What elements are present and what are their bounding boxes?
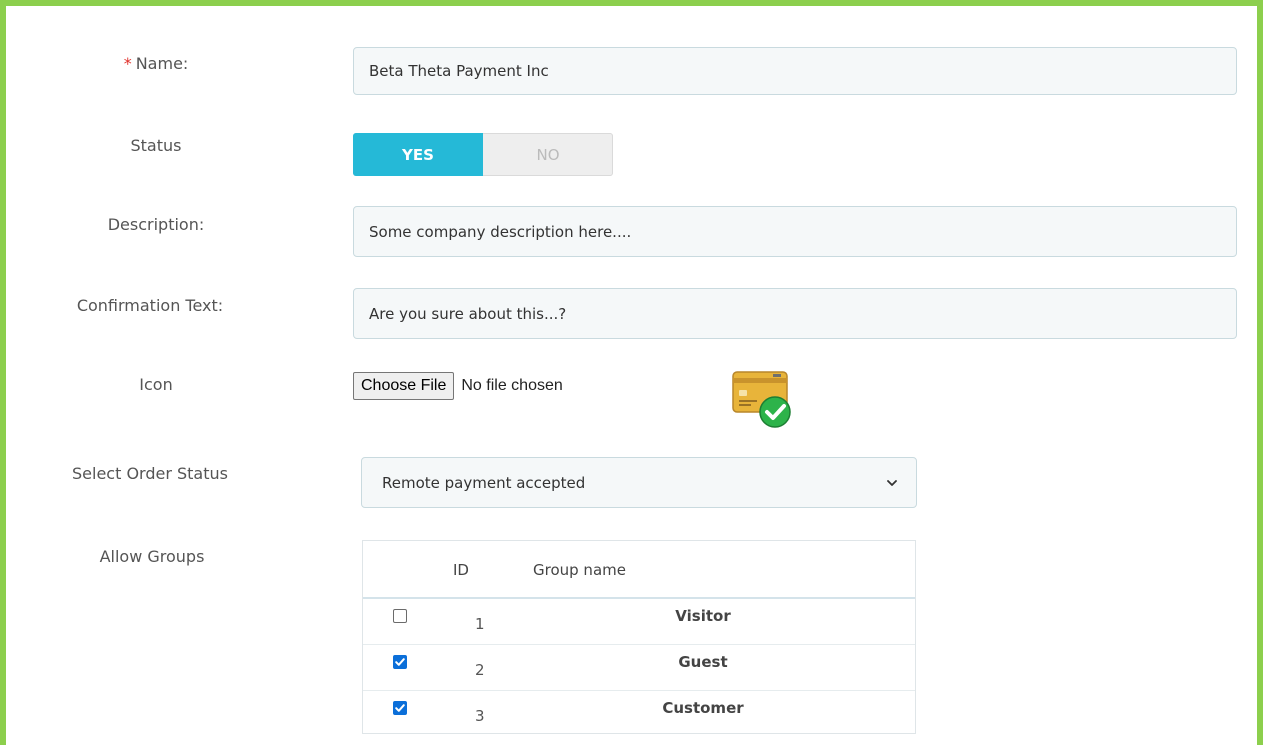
confirmation-label: Confirmation Text: <box>76 296 224 315</box>
column-header-group-name: Group name <box>533 561 626 579</box>
name-label: * Name: <box>123 54 189 73</box>
group-checkbox[interactable] <box>393 701 407 715</box>
card-check-icon <box>732 371 791 428</box>
groups-table: ID Group name 1 Visitor 2 Guest 3 Custom… <box>362 540 916 734</box>
table-row: 3 Customer <box>363 691 915 736</box>
chevron-down-icon <box>887 479 897 486</box>
group-name: Guest <box>678 653 728 671</box>
status-no-option[interactable]: NO <box>483 133 613 176</box>
file-status-text: No file chosen <box>461 377 563 394</box>
description-input[interactable]: Some company description here.... <box>353 206 1237 257</box>
choose-file-button[interactable]: Choose File <box>353 372 455 400</box>
table-row: 1 Visitor <box>363 599 915 645</box>
confirmation-input[interactable]: Are you sure about this...? <box>353 288 1237 339</box>
table-row: 2 Guest <box>363 645 915 691</box>
group-checkbox[interactable] <box>393 655 407 669</box>
status-label: Status <box>130 136 182 155</box>
name-input[interactable]: Beta Theta Payment Inc <box>353 47 1237 95</box>
allow-groups-label: Allow Groups <box>99 547 205 566</box>
icon-label: Icon <box>139 375 173 394</box>
group-name: Customer <box>662 699 744 717</box>
order-status-value: Remote payment accepted <box>382 473 586 492</box>
column-header-id: ID <box>453 561 469 579</box>
group-name: Visitor <box>675 607 731 625</box>
order-status-label: Select Order Status <box>72 464 228 483</box>
group-id: 2 <box>475 661 485 679</box>
status-switch[interactable]: YES NO <box>353 133 613 176</box>
group-id: 3 <box>475 707 485 725</box>
order-status-select[interactable]: Remote payment accepted <box>361 457 917 508</box>
group-checkbox[interactable] <box>393 609 407 623</box>
required-marker: * <box>123 54 132 73</box>
description-label: Description: <box>107 215 205 234</box>
status-yes-option[interactable]: YES <box>353 133 483 176</box>
group-id: 1 <box>475 615 485 633</box>
icon-file-input[interactable]: Choose File No file chosen <box>353 372 563 400</box>
groups-table-header: ID Group name <box>363 541 915 599</box>
